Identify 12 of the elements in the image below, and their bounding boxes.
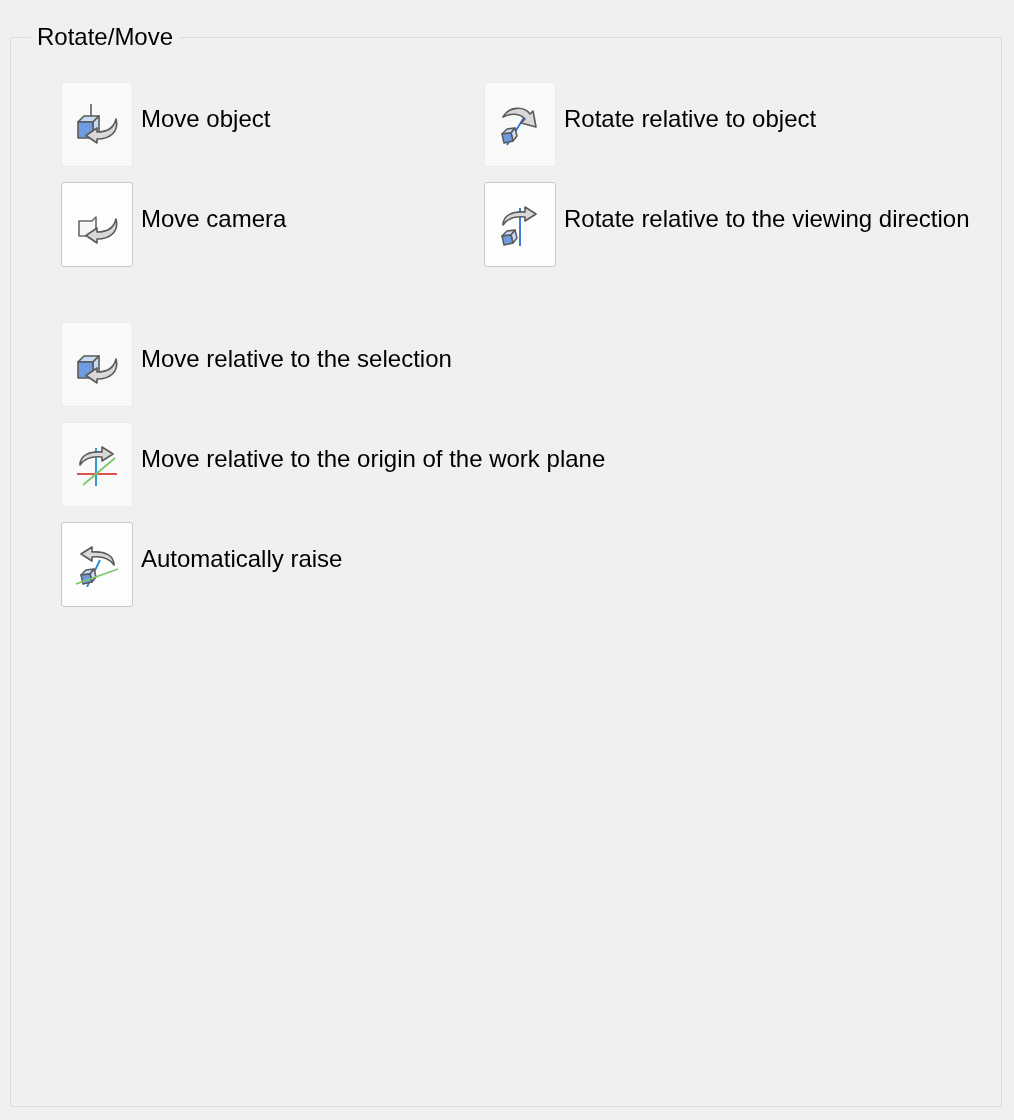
toggle-button[interactable] bbox=[484, 182, 556, 267]
option-label: Move camera bbox=[141, 204, 287, 233]
option-label: Move relative to the origin of the work plane bbox=[141, 444, 606, 473]
toggle-button[interactable] bbox=[61, 182, 133, 267]
option-label: Rotate relative to object bbox=[564, 104, 817, 133]
toggle-button[interactable] bbox=[61, 522, 133, 607]
option-label: Rotate relative to the viewing direction bbox=[564, 204, 970, 233]
option-label: Move relative to the selection bbox=[141, 344, 452, 373]
cube-arrow-icon bbox=[75, 102, 119, 147]
option-label: Move object bbox=[141, 104, 271, 133]
option-label: Automatically raise bbox=[141, 544, 343, 573]
group-title: Rotate/Move bbox=[36, 24, 175, 50]
